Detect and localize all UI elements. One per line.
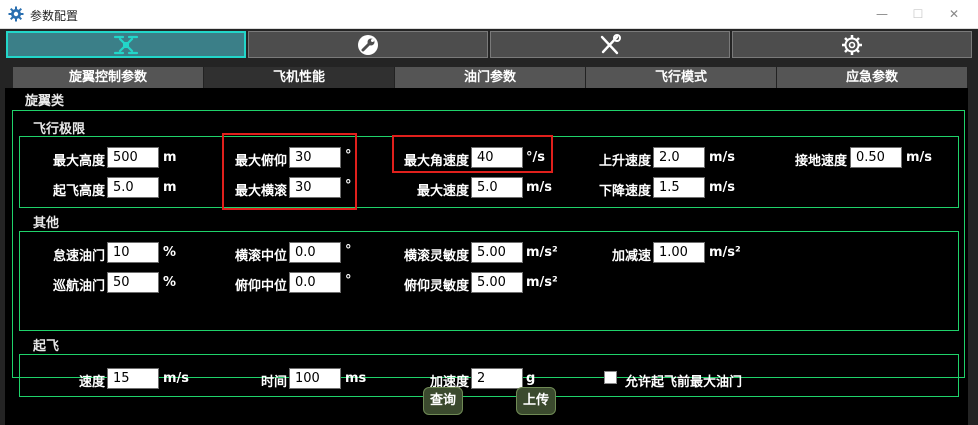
takeoff-height-unit: m [163,180,177,195]
content-panel: 旋翼类 飞行极限 最大高度 500 m 起飞高度 5.0 m 最大俯仰 30 °… [5,88,968,425]
max-height-input[interactable]: 500 [107,147,159,168]
pitch-sensitivity-label: 俯仰灵敏度 [403,279,469,294]
drone-icon [113,35,139,54]
takeoff-height-input[interactable]: 5.0 [107,177,159,198]
max-height-label: 最大高度 [52,154,105,169]
tab-settings[interactable] [732,31,972,58]
max-angular-speed-unit: °/s [526,150,545,165]
climb-speed-unit: m/s [709,150,736,165]
takeoff-speed-input[interactable]: 15 [107,368,159,389]
max-speed-input[interactable]: 5.0 [471,177,523,198]
landing-speed-label: 接地速度 [794,154,847,169]
tab-maintenance[interactable] [248,31,488,58]
wrench-circle-icon [358,34,378,55]
tab-rotor-control[interactable]: 旋翼控制参数 [13,67,204,88]
max-height-unit: m [163,150,177,165]
tab-flight-mode[interactable]: 飞行模式 [586,67,777,88]
takeoff-time-label: 时间 [260,375,287,390]
max-speed-unit: m/s [526,180,553,195]
takeoff-acceleration-input[interactable]: 2 [471,368,523,389]
max-roll-input[interactable]: 30 [289,177,341,198]
title-bar: 参数配置 — ☐ ✕ [0,0,978,29]
roll-sensitivity-input[interactable]: 5.00 [471,242,523,263]
allow-max-throttle-checkbox[interactable] [604,371,617,384]
tab-emergency[interactable]: 应急参数 [777,67,968,88]
landing-speed-unit: m/s [906,150,933,165]
takeoff-height-label: 起飞高度 [52,184,105,199]
sub-tab-bar: 旋翼控制参数 飞机性能 油门参数 飞行模式 应急参数 [13,67,968,88]
main-area: 旋翼控制参数 飞机性能 油门参数 飞行模式 应急参数 旋翼类 飞行极限 最大高度… [0,29,978,425]
descent-speed-input[interactable]: 1.5 [653,177,705,198]
gear-icon [842,34,862,55]
idle-throttle-label: 怠速油门 [52,249,105,264]
takeoff-speed-label: 速度 [78,375,105,390]
cruise-throttle-unit: % [163,275,177,290]
max-angular-speed-label: 最大角速度 [403,154,469,169]
accel-decel-unit: m/s² [709,245,741,260]
max-pitch-label: 最大俯仰 [234,154,287,169]
max-pitch-unit: ° [345,148,352,163]
max-roll-unit: ° [345,178,352,193]
roll-center-label: 横滚中位 [234,249,287,264]
upload-button[interactable]: 上传 [516,387,556,415]
takeoff-time-unit: ms [345,371,367,386]
takeoff-speed-unit: m/s [163,371,190,386]
takeoff-acceleration-unit: g [526,371,536,386]
maximize-button[interactable]: ☐ [904,4,932,24]
icon-tab-bar [6,31,972,58]
query-button[interactable]: 查询 [423,387,463,415]
tab-drone[interactable] [6,31,246,58]
max-roll-label: 最大横滚 [234,184,287,199]
roll-sensitivity-label: 横滚灵敏度 [403,249,469,264]
section-flight-limits-title: 飞行极限 [33,122,86,137]
idle-throttle-unit: % [163,245,177,260]
minimize-button[interactable]: — [868,4,896,24]
close-button[interactable]: ✕ [940,4,968,24]
takeoff-time-input[interactable]: 100 [289,368,341,389]
window-title: 参数配置 [30,9,79,23]
section-takeoff-title: 起飞 [33,339,60,354]
app-gear-icon [8,6,24,22]
landing-speed-input[interactable]: 0.50 [850,147,902,168]
roll-center-input[interactable]: 0.0 [289,242,341,263]
tools-icon [600,33,621,54]
roll-center-unit: ° [345,243,352,258]
climb-speed-input[interactable]: 2.0 [653,147,705,168]
descent-speed-label: 下降速度 [598,184,651,199]
cruise-throttle-label: 巡航油门 [52,279,105,294]
accel-decel-label: 加减速 [611,249,651,264]
pitch-center-label: 俯仰中位 [234,279,287,294]
accel-decel-input[interactable]: 1.00 [653,242,705,263]
max-pitch-input[interactable]: 30 [289,147,341,168]
section-other-title: 其他 [33,216,60,231]
cruise-throttle-input[interactable]: 50 [107,272,159,293]
pitch-center-unit: ° [345,273,352,288]
max-angular-speed-input[interactable]: 40 [471,147,523,168]
tab-throttle[interactable]: 油门参数 [395,67,586,88]
idle-throttle-input[interactable]: 10 [107,242,159,263]
pitch-sensitivity-unit: m/s² [526,275,558,290]
allow-max-throttle-label: 允许起飞前最大油门 [625,375,743,390]
pitch-sensitivity-input[interactable]: 5.00 [471,272,523,293]
max-speed-label: 最大速度 [416,184,469,199]
tab-aircraft-performance[interactable]: 飞机性能 [204,67,395,88]
pitch-center-input[interactable]: 0.0 [289,272,341,293]
group-title: 旋翼类 [25,94,65,109]
descent-speed-unit: m/s [709,180,736,195]
climb-speed-label: 上升速度 [598,154,651,169]
roll-sensitivity-unit: m/s² [526,245,558,260]
tab-tools[interactable] [490,31,730,58]
